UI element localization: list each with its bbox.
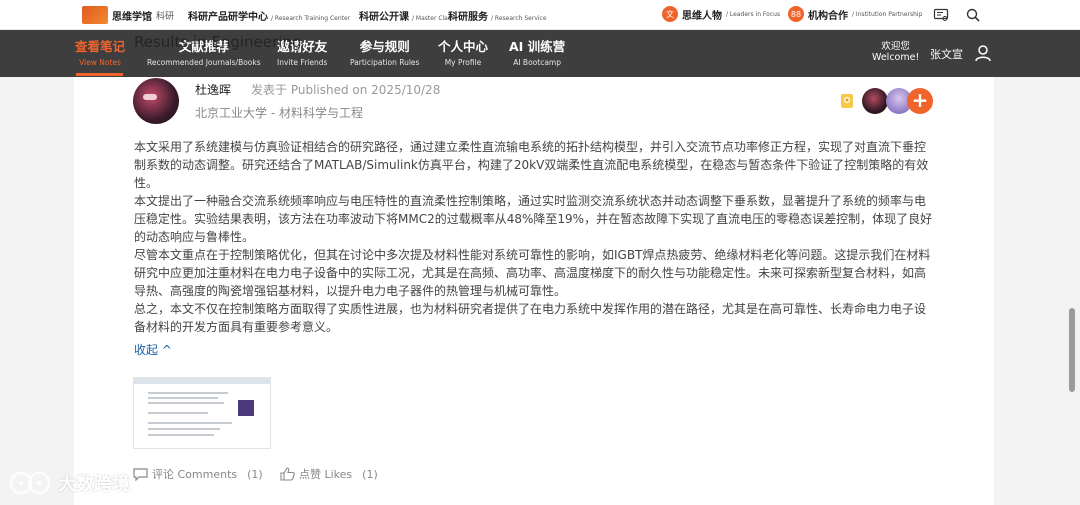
watermark-text: 大数跨境 <box>58 474 130 495</box>
thumbnail-figure <box>238 400 254 416</box>
comments-button[interactable]: 评论 Comments (1) <box>133 466 263 482</box>
thumbnail-line <box>148 397 218 399</box>
topnav-label: 思维人物 <box>682 10 722 22</box>
thumbnail-header <box>134 378 270 384</box>
topnav-research-service[interactable]: 科研服务 / Research Service <box>448 8 547 23</box>
certificate-icon[interactable] <box>933 7 949 23</box>
topnav-research-training[interactable]: 科研产品研学中心 / Research Training Center <box>188 8 350 23</box>
post-paragraph: 本文采用了系统建模与仿真验证相结合的研究路径，通过建立柔性直流输电系统的拓扑结构… <box>134 140 929 190</box>
welcome-zh: 欢迎您 <box>881 41 910 52</box>
watermark-logo-icon <box>9 471 51 495</box>
topnav-sublabel: / Research Service <box>491 15 547 22</box>
logo-text: 思维学馆 <box>112 11 152 23</box>
comments-label: 评论 Comments <box>152 468 238 481</box>
top-header: 思维学馆 科研 科研产品研学中心 / Research Training Cen… <box>0 0 1080 30</box>
user-profile-icon[interactable] <box>973 43 993 63</box>
likes-label: 点赞 Likes <box>299 468 353 481</box>
likes-count: (1) <box>362 467 378 481</box>
nav-sublabel: Participation Rules <box>350 58 420 67</box>
watermark: 大数跨境 <box>8 470 130 496</box>
comments-count: (1) <box>247 467 263 481</box>
nav-label: 查看笔记 <box>75 39 126 54</box>
topnav-leaders[interactable]: 文 思维人物 / Leaders in Focus <box>662 6 780 22</box>
nav-ai-bootcamp[interactable]: AI 训练营 AI Bootcamp <box>509 39 565 69</box>
post-paragraph: 本文提出了一种融合交流系统频率响应与电压特性的直流柔性控制策略，通过实时监测交流… <box>134 194 933 244</box>
username[interactable]: 张文宣 <box>930 46 963 62</box>
attachment-thumbnail[interactable] <box>133 377 271 449</box>
nav-sublabel: View Notes <box>79 58 121 67</box>
comment-icon <box>133 467 148 481</box>
leaders-icon: 文 <box>662 6 678 22</box>
topnav-sublabel: / Research Training Center <box>271 15 351 22</box>
thumbnail-line <box>148 422 232 424</box>
topnav-label: 科研公开课 <box>359 12 409 23</box>
nav-sublabel: My Profile <box>444 58 482 67</box>
journal-title: Results in Engineering <box>134 33 302 51</box>
follower-avatar[interactable] <box>862 88 888 114</box>
partnership-icon: 88 <box>788 6 804 22</box>
topnav-label: 科研产品研学中心 <box>188 12 268 23</box>
topnav-institution[interactable]: 88 机构合作 / Institution Partnership <box>788 6 922 22</box>
topnav-master-class[interactable]: 科研公开课 / Master Class <box>359 8 454 23</box>
publish-date: 发表于 Published on 2025/10/28 <box>251 83 441 97</box>
author-affiliation: 北京工业大学 - 材料科学与工程 <box>195 106 363 120</box>
topnav-label: 机构合作 <box>808 10 848 22</box>
thumbnail-line <box>148 402 224 404</box>
search-icon[interactable] <box>965 7 981 23</box>
nav-sublabel: AI Bootcamp <box>513 58 561 67</box>
nav-view-notes[interactable]: 查看笔记 View Notes <box>75 39 125 69</box>
nav-label: 个人中心 <box>438 39 489 54</box>
page-scrollbar[interactable] <box>1069 308 1075 392</box>
thumbnail-line <box>148 428 220 430</box>
active-nav-underline <box>76 73 123 76</box>
topnav-sublabel: / Institution Partnership <box>852 10 923 18</box>
thumbs-up-icon <box>280 467 295 481</box>
nav-my-profile[interactable]: 个人中心 My Profile <box>438 39 488 69</box>
welcome-message: 欢迎您 Welcome! <box>872 41 919 63</box>
topnav-label: 科研服务 <box>448 12 488 23</box>
nav-sublabel: Recommended Journals/Books <box>147 58 261 67</box>
welcome-en: Welcome! <box>872 52 920 63</box>
topnav-sublabel: / Leaders in Focus <box>726 10 781 18</box>
likes-button[interactable]: 点赞 Likes (1) <box>280 466 378 482</box>
thumbnail-line <box>148 392 228 394</box>
post-body: 本文采用了系统建模与仿真验证相结合的研究路径，通过建立柔性直流输电系统的拓扑结构… <box>134 138 934 336</box>
thumbnail-line <box>148 434 214 436</box>
nav-sublabel: Invite Friends <box>277 58 328 67</box>
nav-participation-rules[interactable]: 参与规则 Participation Rules <box>350 39 419 69</box>
logo-mark <box>82 6 108 24</box>
follow-add-button[interactable]: + <box>907 88 933 114</box>
author-avatar[interactable] <box>133 78 179 124</box>
author-name[interactable]: 杜逸晖 <box>195 81 231 98</box>
medal-icon <box>841 94 853 108</box>
post-paragraph: 尽管本文重点在于控制策略优化，但其在讨论中多次提及材料性能对系统可靠性的影响，如… <box>134 248 931 298</box>
nav-label: 参与规则 <box>359 39 410 54</box>
nav-label: AI 训练营 <box>509 39 566 54</box>
collapse-link[interactable]: 收起 ^ <box>134 341 172 358</box>
site-logo[interactable]: 思维学馆 科研 <box>82 6 174 24</box>
logo-sub: 科研 <box>156 11 175 22</box>
post-paragraph: 总之，本文不仅在控制策略方面取得了实质性进展，也为材料研究者提供了在电力系统中发… <box>134 302 927 334</box>
thumbnail-line <box>148 412 208 414</box>
